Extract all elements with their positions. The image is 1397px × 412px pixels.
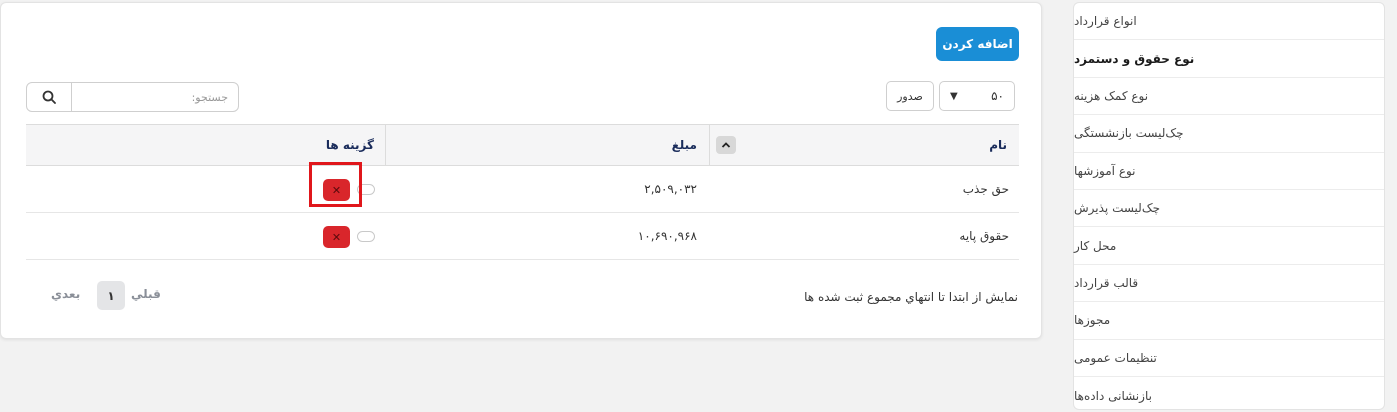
row-amount: ۱۰,۶۹۰,۹۶۸: [637, 229, 697, 243]
row-toggle[interactable]: [357, 184, 375, 195]
settings-sidebar: انواع قرارداد نوع حقوق و دستمزد نوع کمک …: [1073, 2, 1385, 410]
table-header: نام مبلغ گزینه ها: [26, 124, 1019, 166]
sidebar-item-permissions[interactable]: مجوزها: [1074, 302, 1384, 340]
search-icon: [42, 90, 56, 104]
sidebar-item-label: نوع آموزشها: [1074, 163, 1136, 178]
pagination-previous[interactable]: قبلي: [131, 287, 161, 301]
pagination-current-page[interactable]: ۱: [97, 281, 125, 310]
row-toggle[interactable]: [357, 231, 375, 242]
sidebar-item-data-reset[interactable]: بازنشانی داده‌ها: [1074, 377, 1384, 412]
column-header-options: گزینه ها: [325, 138, 374, 152]
sort-toggle-button[interactable]: [716, 136, 736, 154]
sidebar-item-label: چک‌لیست پذیرش: [1074, 201, 1160, 216]
row-name: حق جذب: [962, 182, 1009, 196]
column-header-name[interactable]: نام: [989, 125, 1007, 165]
sidebar-item-label: چک‌لیست بازنشستگی: [1074, 126, 1184, 141]
sidebar-item-label: تنظیمات عمومی: [1074, 350, 1157, 365]
sidebar-item-label: محل کار: [1074, 238, 1117, 253]
sidebar-item-label: قالب قرارداد: [1074, 275, 1139, 290]
delete-button[interactable]: ✕: [323, 226, 350, 248]
column-header-amount[interactable]: مبلغ: [672, 125, 697, 165]
sidebar-item-workplace[interactable]: محل کار: [1074, 227, 1384, 265]
sidebar-item-label: نوع حقوق و دستمزد: [1074, 51, 1195, 66]
close-icon: ✕: [331, 183, 342, 197]
sidebar-item-general-settings[interactable]: تنظیمات عمومی: [1074, 340, 1384, 377]
data-table: نام مبلغ گزینه ها حق جذب ۲,۵۰۹,۰۳۲ ✕ حقو…: [26, 124, 1019, 260]
column-divider: [385, 125, 386, 165]
table-info-text: نمایش از ابتدا تا انتهاي مجموع ثبت شده ه…: [804, 290, 1018, 304]
sidebar-item-training-types[interactable]: نوع آموزشها: [1074, 153, 1384, 190]
sidebar-item-label: بازنشانی داده‌ها: [1074, 388, 1152, 403]
sidebar-item-onboarding-checklist[interactable]: چک‌لیست پذیرش: [1074, 190, 1384, 228]
sidebar-item-contract-types[interactable]: انواع قرارداد: [1074, 3, 1384, 41]
row-amount: ۲,۵۰۹,۰۳۲: [644, 182, 697, 196]
export-button[interactable]: صدور: [886, 81, 934, 111]
column-divider: [709, 125, 710, 165]
search-box: [26, 82, 239, 112]
table-row: حقوق پایه ۱۰,۶۹۰,۹۶۸ ✕: [26, 213, 1019, 260]
sidebar-item-contract-template[interactable]: قالب قرارداد: [1074, 265, 1384, 303]
chevron-down-icon: ▼: [950, 90, 958, 102]
pagination-next[interactable]: بعدي: [51, 287, 80, 301]
sidebar-item-payroll-types[interactable]: نوع حقوق و دستمزد: [1074, 40, 1384, 78]
sidebar-item-label: نوع کمک هزینه: [1074, 88, 1149, 103]
page-length-value: ۵۰: [991, 89, 1004, 103]
sidebar-item-allowance-types[interactable]: نوع کمک هزینه: [1074, 78, 1384, 116]
sidebar-item-label: مجوزها: [1074, 313, 1111, 328]
page-length-select[interactable]: ▼ ۵۰: [939, 81, 1015, 111]
chevron-up-icon: [721, 142, 731, 148]
main-card: اضافه کردن ▼ ۵۰ صدور نام مبلغ گزینه ها: [0, 2, 1042, 339]
sidebar-item-label: انواع قرارداد: [1074, 14, 1137, 29]
delete-button[interactable]: ✕: [323, 179, 350, 201]
row-name: حقوق پایه: [959, 229, 1009, 243]
sidebar-item-retirement-checklist[interactable]: چک‌لیست بازنشستگی: [1074, 115, 1384, 153]
search-input[interactable]: [72, 83, 238, 111]
table-row: حق جذب ۲,۵۰۹,۰۳۲ ✕: [26, 166, 1019, 213]
search-button[interactable]: [27, 83, 72, 111]
add-button[interactable]: اضافه کردن: [936, 27, 1019, 61]
close-icon: ✕: [331, 230, 342, 244]
